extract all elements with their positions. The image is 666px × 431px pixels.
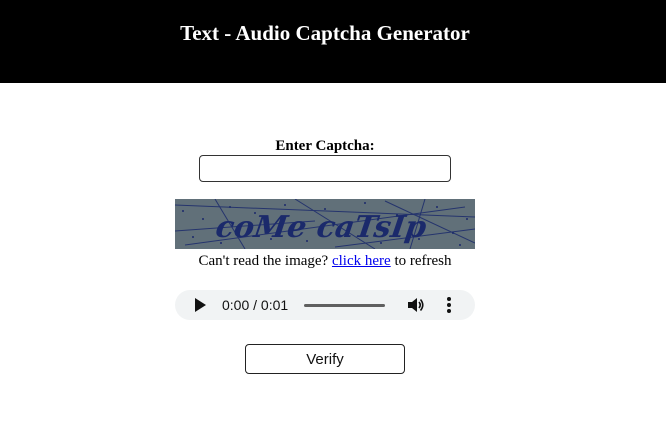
volume-icon[interactable] xyxy=(407,296,425,314)
captcha-image: coMe caTsIp xyxy=(175,199,475,249)
page-header: Text - Audio Captcha Generator xyxy=(0,0,666,83)
captcha-input[interactable] xyxy=(199,155,451,182)
captcha-text: coMe caTsIp xyxy=(214,210,429,245)
audio-time: 0:00 / 0:01 xyxy=(222,297,289,313)
captcha-label: Enter Captcha: xyxy=(275,138,375,154)
refresh-instructions: Can't read the image? click here to refr… xyxy=(150,252,500,270)
refresh-prefix: Can't read the image? xyxy=(198,253,332,269)
page-title: Text - Audio Captcha Generator xyxy=(180,21,470,45)
refresh-suffix: to refresh xyxy=(390,253,452,269)
more-vertical-icon[interactable] xyxy=(441,296,457,314)
refresh-link[interactable]: click here xyxy=(332,253,391,269)
verify-button[interactable]: Verify xyxy=(245,344,405,374)
play-icon[interactable] xyxy=(192,297,208,313)
audio-player: 0:00 / 0:01 xyxy=(175,290,475,320)
audio-seek-bar[interactable] xyxy=(304,304,385,307)
